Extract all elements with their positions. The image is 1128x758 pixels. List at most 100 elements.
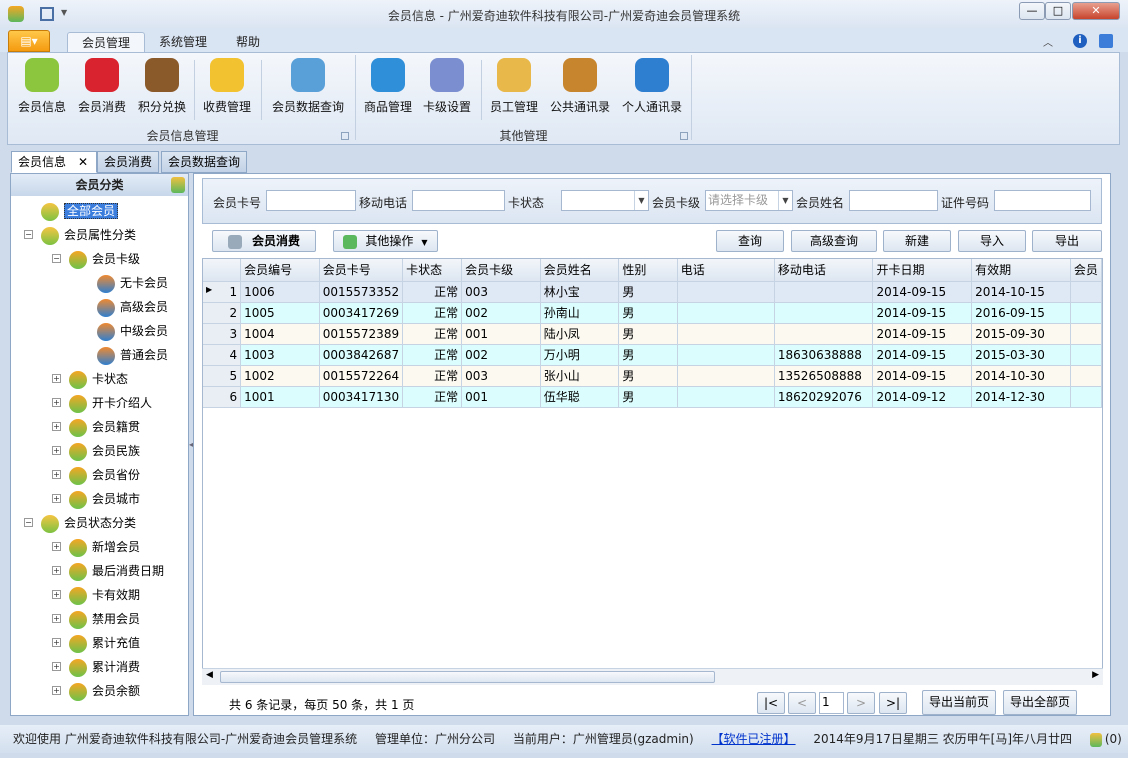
table-cell[interactable] — [677, 281, 775, 303]
tree-item[interactable]: 禁用会员 — [69, 609, 140, 629]
dialog-launcher-icon[interactable] — [680, 132, 688, 140]
member-consume-button[interactable]: 会员消费 — [212, 230, 316, 252]
table-cell[interactable]: 1003 — [240, 344, 320, 366]
table-cell[interactable]: 1006 — [240, 281, 320, 303]
table-cell[interactable]: 男 — [618, 323, 678, 345]
table-cell[interactable]: 0003417130 — [319, 386, 404, 408]
ribbon-button-notebook-key[interactable]: 个人通讯录 — [617, 58, 687, 118]
table-cell[interactable]: 林小宝 — [540, 281, 620, 303]
table-cell[interactable]: 0003842687 — [319, 344, 404, 366]
tab-system-management[interactable]: 系统管理 — [145, 32, 221, 53]
table-cell[interactable]: 003 — [461, 365, 541, 387]
table-cell[interactable]: 陆小凤 — [540, 323, 620, 345]
table-cell[interactable]: 2014-09-15 — [872, 344, 973, 366]
minimize-button[interactable]: — — [1019, 2, 1045, 20]
registered-link[interactable]: 【软件已注册】 — [712, 732, 796, 746]
doc-tab-data-query[interactable]: 会员数据查询 — [161, 151, 248, 173]
tree-item[interactable]: 开卡介绍人 — [69, 393, 152, 413]
expand-icon[interactable]: + — [52, 494, 61, 503]
tree-item[interactable]: 高级会员 — [97, 297, 168, 317]
ribbon-button-document-search[interactable]: 会员数据查询 — [264, 58, 352, 118]
table-cell[interactable]: 0015572389 — [319, 323, 404, 345]
table-cell[interactable]: 2014-10-15 — [971, 281, 1071, 303]
last-page-button[interactable]: >| — [879, 692, 907, 714]
column-header[interactable]: 开卡日期 — [872, 259, 973, 282]
ribbon-button-coins-add[interactable]: 收费管理 — [197, 58, 257, 118]
page-number-input[interactable]: 1 — [819, 692, 844, 714]
table-row[interactable]: 4 1003 0003842687 正常 002 万小明 男 18630638888 2014-… — [203, 344, 1102, 366]
other-actions-dropdown[interactable]: 其他操作 ▼ — [333, 230, 438, 252]
tree-item[interactable]: 累计充值 — [69, 633, 140, 653]
column-header[interactable]: 会员姓名 — [540, 259, 620, 282]
chevron-down-icon[interactable]: ▼ — [778, 191, 792, 210]
ribbon-button-teddy-bear[interactable]: 积分兑换 — [132, 58, 192, 118]
tree-item[interactable]: 卡状态 — [69, 369, 128, 389]
tree-item[interactable]: 会员余额 — [69, 681, 140, 701]
next-page-button[interactable]: > — [847, 692, 875, 714]
table-cell[interactable] — [1070, 386, 1102, 408]
table-cell[interactable]: 2015-03-30 — [971, 344, 1071, 366]
table-cell[interactable]: 18620292076 — [774, 386, 874, 408]
expand-icon[interactable]: + — [52, 374, 61, 383]
expand-icon[interactable]: + — [52, 566, 61, 575]
row-number[interactable]: 5 — [203, 365, 242, 387]
tree-item[interactable]: 会员属性分类 — [41, 225, 136, 245]
prev-page-button[interactable]: < — [788, 692, 816, 714]
card-level-select[interactable]: 请选择卡级 ▼ — [705, 190, 793, 211]
tree-item[interactable]: 会员卡级 — [69, 249, 140, 269]
table-cell[interactable]: 0003417269 — [319, 302, 404, 324]
column-header[interactable]: 会员编号 — [240, 259, 320, 282]
table-cell[interactable] — [774, 281, 874, 303]
row-number[interactable]: 3 — [203, 323, 242, 345]
chevron-down-icon[interactable]: ▼ — [634, 191, 648, 210]
table-cell[interactable]: 003 — [461, 281, 541, 303]
table-cell[interactable]: 2014-09-15 — [872, 281, 973, 303]
expand-icon[interactable]: + — [52, 446, 61, 455]
mobile-input[interactable] — [412, 190, 505, 211]
table-cell[interactable]: 正常 — [402, 281, 463, 303]
table-cell[interactable]: 万小明 — [540, 344, 620, 366]
tree-item[interactable]: 普通会员 — [97, 345, 168, 365]
help-book-icon[interactable] — [1099, 34, 1113, 48]
ribbon-button-users[interactable]: 会员信息 — [12, 58, 72, 118]
table-cell[interactable]: 男 — [618, 365, 678, 387]
info-icon[interactable]: i — [1073, 34, 1087, 48]
table-cell[interactable] — [1070, 302, 1102, 324]
table-cell[interactable]: 001 — [461, 323, 541, 345]
scrollbar-thumb[interactable] — [220, 671, 715, 683]
table-cell[interactable]: 1002 — [240, 365, 320, 387]
column-header[interactable]: 电话 — [677, 259, 775, 282]
tree-item[interactable]: 会员城市 — [69, 489, 140, 509]
table-cell[interactable] — [1070, 281, 1102, 303]
ribbon-button-shapes[interactable]: 商品管理 — [360, 58, 416, 118]
expand-icon[interactable]: + — [52, 470, 61, 479]
table-cell[interactable]: 正常 — [402, 386, 463, 408]
advanced-query-button[interactable]: 高级查询 — [791, 230, 877, 252]
table-cell[interactable] — [1070, 344, 1102, 366]
table-cell[interactable]: 正常 — [402, 323, 463, 345]
scroll-right-icon[interactable]: ▶ — [1092, 670, 1099, 680]
tab-help[interactable]: 帮助 — [222, 32, 274, 53]
table-cell[interactable]: 1005 — [240, 302, 320, 324]
query-button[interactable]: 查询 — [716, 230, 784, 252]
horizontal-scrollbar[interactable]: ◀ ▶ — [202, 668, 1103, 685]
export-all-pages-button[interactable]: 导出全部页 — [1003, 690, 1077, 715]
collapse-icon[interactable]: − — [52, 254, 61, 263]
first-page-button[interactable]: |< — [757, 692, 785, 714]
new-button[interactable]: 新建 — [883, 230, 951, 252]
application-menu-button[interactable]: ▤▾ — [8, 30, 50, 52]
tree-item[interactable]: 全部会员 — [41, 201, 119, 221]
table-cell[interactable]: 001 — [461, 386, 541, 408]
tree-item[interactable]: 最后消费日期 — [69, 561, 164, 581]
import-button[interactable]: 导入 — [958, 230, 1026, 252]
table-cell[interactable]: 孙南山 — [540, 302, 620, 324]
maximize-button[interactable]: □ — [1045, 2, 1071, 20]
expand-icon[interactable]: + — [52, 638, 61, 647]
tree-item[interactable]: 会员状态分类 — [41, 513, 136, 533]
collapse-ribbon-icon[interactable]: ︿ — [1043, 34, 1053, 49]
table-cell[interactable]: 2014-09-15 — [872, 302, 973, 324]
export-current-page-button[interactable]: 导出当前页 — [922, 690, 996, 715]
tree-item[interactable]: 新增会员 — [69, 537, 140, 557]
ribbon-button-employee-badge[interactable]: 员工管理 — [484, 58, 544, 118]
tree-item[interactable]: 会员籍贯 — [69, 417, 140, 437]
